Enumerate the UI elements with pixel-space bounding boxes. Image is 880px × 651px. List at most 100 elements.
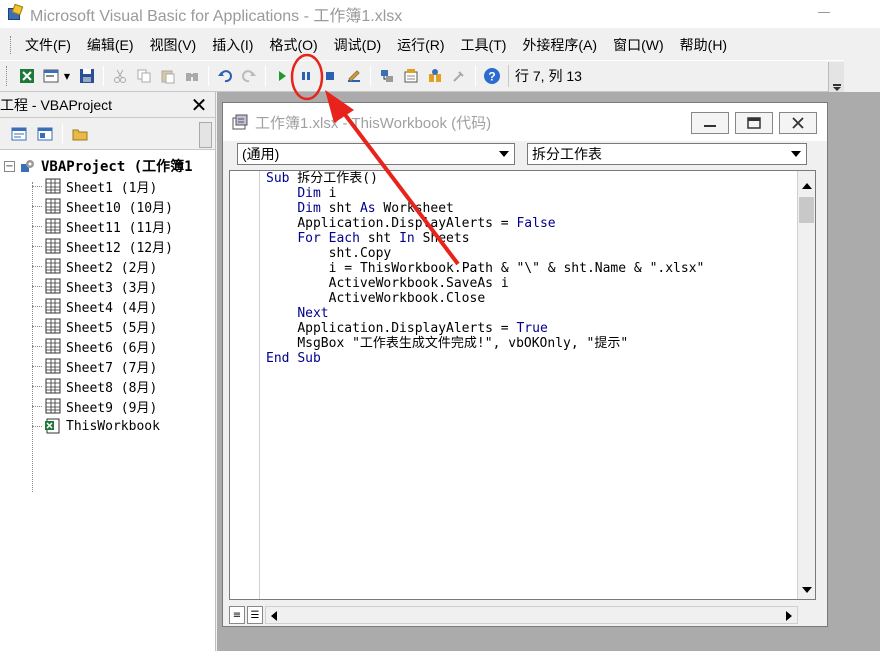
- tree-item-sheet11[interactable]: Sheet11 (11月): [0, 216, 215, 236]
- code-line[interactable]: i = ThisWorkbook.Path & "\" & sht.Name &…: [266, 261, 705, 276]
- tree-item-sheet8[interactable]: Sheet8 (8月): [0, 376, 215, 396]
- horizontal-scrollbar[interactable]: [265, 606, 798, 624]
- tree-item-label: Sheet5 (5月): [66, 320, 158, 336]
- close-icon[interactable]: ✕: [189, 95, 209, 115]
- view-object-button[interactable]: [35, 124, 55, 144]
- toolbox-button[interactable]: [449, 66, 469, 86]
- menu-run[interactable]: 运行(R): [389, 35, 452, 55]
- scroll-thumb[interactable]: [799, 197, 814, 223]
- maximize-button[interactable]: [735, 112, 773, 134]
- tree-item-label: Sheet8 (8月): [66, 380, 158, 396]
- tree-item-sheet5[interactable]: Sheet5 (5月): [0, 316, 215, 336]
- menu-help[interactable]: 帮助(H): [672, 35, 735, 55]
- full-module-view-button[interactable]: ☰: [247, 606, 263, 624]
- design-mode-button[interactable]: [344, 66, 364, 86]
- reset-button[interactable]: [320, 66, 340, 86]
- redo-button[interactable]: [239, 66, 259, 86]
- scroll-up-icon[interactable]: [798, 177, 815, 195]
- code-window-titlebar[interactable]: 工作簿1.xlsx - ThisWorkbook (代码): [223, 103, 827, 141]
- project-explorer-button[interactable]: [377, 66, 397, 86]
- toolbar-grip[interactable]: [6, 66, 9, 86]
- close-button[interactable]: [779, 112, 817, 134]
- tree-item-sheet12[interactable]: Sheet12 (12月): [0, 236, 215, 256]
- cut-button[interactable]: [110, 66, 130, 86]
- scroll-left-icon[interactable]: [266, 608, 282, 624]
- code-line[interactable]: Application.DisplayAlerts = True: [266, 321, 704, 336]
- code-line[interactable]: ActiveWorkbook.SaveAs i: [266, 276, 704, 291]
- find-button[interactable]: [182, 66, 202, 86]
- project-explorer: 工程 - VBAProject ✕ − VBAProject (工作簿1 She…: [0, 92, 216, 651]
- tree-item-sheet4[interactable]: Sheet4 (4月): [0, 296, 215, 316]
- collapse-icon[interactable]: −: [4, 160, 15, 172]
- sheet-icon: [45, 318, 61, 334]
- view-excel-button[interactable]: [17, 66, 37, 86]
- menu-format[interactable]: 格式(O): [261, 35, 325, 55]
- menu-insert[interactable]: 插入(I): [204, 35, 261, 55]
- code-line[interactable]: ActiveWorkbook.Close: [266, 291, 704, 306]
- code-line[interactable]: Dim i: [266, 186, 704, 201]
- vertical-scrollbar[interactable]: [797, 171, 815, 599]
- window-title: Microsoft Visual Basic for Applications …: [30, 8, 403, 25]
- insert-userform-button[interactable]: [41, 66, 61, 86]
- tree-item-thisworkbook[interactable]: ThisWorkbook: [0, 416, 215, 436]
- minimize-button[interactable]: [691, 112, 729, 134]
- toggle-folders-button[interactable]: [70, 124, 90, 144]
- tree-item-sheet10[interactable]: Sheet10 (10月): [0, 196, 215, 216]
- toolbar-options-icon[interactable]: [828, 62, 844, 92]
- vbaproject-icon: [21, 160, 34, 172]
- code-line[interactable]: Sub 拆分工作表(): [266, 171, 704, 186]
- tree-item-label: Sheet11 (11月): [66, 220, 173, 236]
- menubar-grip[interactable]: [10, 36, 13, 54]
- tree-item-sheet7[interactable]: Sheet7 (7月): [0, 356, 215, 376]
- menu-edit[interactable]: 编辑(E): [79, 35, 142, 55]
- save-button[interactable]: [77, 66, 97, 86]
- code-line[interactable]: Dim sht As Worksheet: [266, 201, 704, 216]
- userform-icon: [43, 69, 59, 83]
- chevron-down-icon[interactable]: [496, 146, 512, 162]
- menu-view[interactable]: 视图(V): [142, 35, 205, 55]
- scroll-right-icon[interactable]: [781, 608, 797, 624]
- copy-button[interactable]: [134, 66, 154, 86]
- paste-button[interactable]: [158, 66, 178, 86]
- object-browser-button[interactable]: [425, 66, 445, 86]
- break-button[interactable]: [296, 66, 316, 86]
- code-line[interactable]: Application.DisplayAlerts = False: [266, 216, 704, 231]
- menu-tools[interactable]: 工具(T): [453, 35, 515, 55]
- code-line[interactable]: End Sub: [266, 351, 704, 366]
- code-margin-indicator-bar[interactable]: [230, 171, 260, 599]
- tree-root-label: VBAProject (工作簿1: [41, 159, 193, 175]
- menu-debug[interactable]: 调试(D): [326, 35, 389, 55]
- menu-window[interactable]: 窗口(W): [605, 35, 672, 55]
- code-line[interactable]: MsgBox "工作表生成文件完成!", vbOKOnly, "提示": [266, 336, 704, 351]
- procedure-view-button[interactable]: ≡: [229, 606, 245, 624]
- svg-text:?: ?: [488, 70, 495, 84]
- properties-window-button[interactable]: [401, 66, 421, 86]
- procedure-combo[interactable]: 拆分工作表: [527, 143, 807, 165]
- toolbar-separator: [208, 66, 209, 86]
- code-line[interactable]: Next: [266, 306, 704, 321]
- undo-button[interactable]: [215, 66, 235, 86]
- tree-item-sheet1[interactable]: Sheet1 (1月): [0, 176, 215, 196]
- resize-grip[interactable]: [798, 606, 816, 624]
- code-editor[interactable]: Sub 拆分工作表() Dim i Dim sht As Worksheet A…: [229, 170, 816, 600]
- code-lines[interactable]: Sub 拆分工作表() Dim i Dim sht As Worksheet A…: [266, 171, 704, 366]
- minimize-icon[interactable]: [818, 12, 830, 13]
- run-button[interactable]: [272, 66, 292, 86]
- tree-item-sheet2[interactable]: Sheet2 (2月): [0, 256, 215, 276]
- help-button[interactable]: ?: [482, 66, 502, 86]
- menu-file[interactable]: 文件(F): [17, 35, 79, 55]
- code-line[interactable]: For Each sht In Sheets: [266, 231, 704, 246]
- tree-root-vbaproject[interactable]: − VBAProject (工作簿1: [0, 156, 215, 176]
- panel-scroll-handle[interactable]: [199, 122, 212, 148]
- menu-addins[interactable]: 外接程序(A): [514, 35, 605, 55]
- view-code-button[interactable]: [9, 124, 29, 144]
- chevron-down-icon[interactable]: [788, 146, 804, 162]
- tree-item-sheet3[interactable]: Sheet3 (3月): [0, 276, 215, 296]
- tree-item-sheet9[interactable]: Sheet9 (9月): [0, 396, 215, 416]
- tree-item-sheet6[interactable]: Sheet6 (6月): [0, 336, 215, 356]
- object-combo[interactable]: (通用): [237, 143, 515, 165]
- workbook-icon: [45, 418, 60, 434]
- code-line[interactable]: sht.Copy: [266, 246, 704, 261]
- scroll-down-icon[interactable]: [798, 581, 815, 599]
- insert-dropdown[interactable]: ▼: [63, 66, 71, 86]
